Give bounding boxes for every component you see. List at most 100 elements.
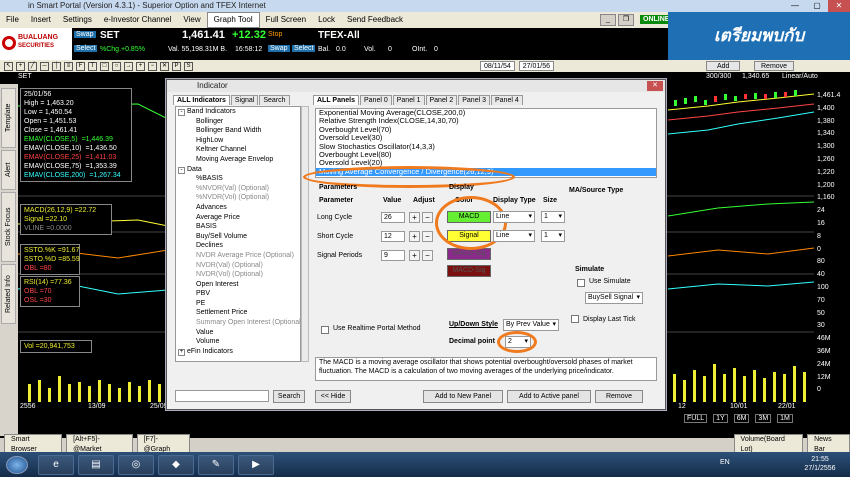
tree-item[interactable]: Settlement Price <box>176 308 300 318</box>
signal-display-type[interactable]: Line <box>493 230 535 242</box>
fibo-tool-icon[interactable]: F <box>76 61 85 71</box>
tree-item[interactable]: HighLow <box>176 136 300 146</box>
simulate-signal-select[interactable]: BuySell Signal <box>585 292 643 304</box>
remove-indicator-button[interactable]: Remove <box>595 390 643 403</box>
period-full[interactable]: FULL <box>684 413 708 423</box>
tree-item[interactable]: Buy/Sell Volume <box>176 232 300 242</box>
menu-einvestor[interactable]: e-Investor Channel <box>98 13 178 27</box>
tree-item[interactable]: Summary Open Interest (Optional) <box>176 318 300 328</box>
signal-periods-minus[interactable]: − <box>422 250 433 261</box>
short-cycle-input[interactable]: 12 <box>381 231 405 242</box>
print-icon[interactable]: P <box>172 61 181 71</box>
menu-file[interactable]: File <box>0 13 25 27</box>
paint-icon[interactable]: ✎ <box>198 455 234 475</box>
swap-button[interactable]: Swap <box>74 31 96 38</box>
hline-tool-icon[interactable]: ─ <box>40 61 49 71</box>
media-icon[interactable]: ▶ <box>238 455 274 475</box>
signal-periods-input[interactable]: 9 <box>381 250 405 261</box>
tab-panel-2[interactable]: Panel 2 <box>425 95 458 105</box>
start-icon[interactable] <box>6 456 28 474</box>
dialog-close-button[interactable]: ✕ <box>647 81 663 91</box>
add-active-panel-button[interactable]: Add to Active panel <box>507 390 591 403</box>
minimize-button[interactable]: — <box>784 0 806 12</box>
add-new-panel-button[interactable]: Add to New Panel <box>423 390 503 403</box>
tree-item[interactable]: Volume <box>176 337 300 347</box>
tab-signal[interactable]: Signal <box>230 95 259 105</box>
tab-panel-4[interactable]: Panel 4 <box>491 95 523 105</box>
explorer-icon[interactable]: ▤ <box>78 455 114 475</box>
tab-panel-1[interactable]: Panel 1 <box>392 95 425 105</box>
tree-item[interactable]: %NVDR(Val) (Optional) <box>176 184 300 194</box>
period-1y[interactable]: 1Y <box>713 413 728 423</box>
signal-periods-plus[interactable]: + <box>409 250 420 261</box>
side-tab-stock-focus[interactable]: Stock Focus <box>1 192 16 262</box>
vline-tool-icon[interactable]: │ <box>52 61 61 71</box>
app-restore-icon[interactable]: ❐ <box>618 14 634 26</box>
menu-lock[interactable]: Lock <box>312 13 341 27</box>
date-from-field[interactable]: 08/11/54 <box>480 61 515 71</box>
select-button[interactable]: Select <box>74 45 98 52</box>
crosshair-icon[interactable]: + <box>16 61 25 71</box>
add-button[interactable]: Add <box>706 61 741 71</box>
long-cycle-plus[interactable]: + <box>409 212 420 223</box>
hide-button[interactable]: << Hide <box>315 390 351 403</box>
tree-group[interactable]: - Band Indicators <box>176 107 300 117</box>
tree-item[interactable]: Moving Average Envelop <box>176 155 300 165</box>
macdsig-down-swatch[interactable]: MACD-Sig <box>447 265 491 277</box>
period-3m[interactable]: 3M <box>755 413 772 423</box>
side-tab-alert[interactable]: Alert <box>1 150 16 190</box>
remove-button[interactable]: Remove <box>754 61 795 71</box>
circle-tool-icon[interactable]: ○ <box>112 61 121 71</box>
side-tab-related-info[interactable]: Related Info <box>1 264 16 324</box>
last-tick-checkbox[interactable] <box>571 315 579 323</box>
clock[interactable]: 21:55 27/1/2556 <box>800 455 840 473</box>
app-minimize-icon[interactable]: _ <box>600 14 616 26</box>
swap2-button[interactable]: Swap <box>268 45 290 52</box>
channel-tool-icon[interactable]: ≡ <box>64 61 73 71</box>
menu-insert[interactable]: Insert <box>25 13 57 27</box>
menu-view[interactable]: View <box>177 13 206 27</box>
close-button[interactable]: ✕ <box>828 0 850 12</box>
maximize-button[interactable]: ▢ <box>806 0 828 12</box>
signal-size[interactable]: 1 <box>541 230 565 242</box>
short-cycle-minus[interactable]: − <box>422 231 433 242</box>
short-cycle-plus[interactable]: + <box>409 231 420 242</box>
chrome-icon[interactable]: ◎ <box>118 455 154 475</box>
menu-settings[interactable]: Settings <box>57 13 98 27</box>
tab-panel-0[interactable]: Panel 0 <box>360 95 392 105</box>
tree-item[interactable]: NVDR Average Price (Optional) <box>176 251 300 261</box>
updown-select[interactable]: By Prev Value <box>503 319 559 331</box>
tree-item[interactable]: NVDR(Vol) (Optional) <box>176 270 300 280</box>
line-tool-icon[interactable]: ╱ <box>28 61 37 71</box>
search-input[interactable] <box>175 390 269 402</box>
menu-graph-tool[interactable]: Graph Tool <box>206 12 260 28</box>
tab-all-panels[interactable]: ALL Panels <box>313 95 359 105</box>
text-tool-icon[interactable]: T <box>88 61 97 71</box>
rect-tool-icon[interactable]: □ <box>100 61 109 71</box>
tree-item[interactable]: PE <box>176 299 300 309</box>
tab-search[interactable]: Search <box>259 95 290 105</box>
tree-item[interactable]: NVDR(Val) (Optional) <box>176 261 300 271</box>
tree-group[interactable]: + eFin Indicators <box>176 347 300 357</box>
tree-item[interactable]: Open Interest <box>176 280 300 290</box>
expand-icon[interactable]: + <box>178 348 185 356</box>
cursor-icon[interactable]: ↖ <box>4 61 13 71</box>
tree-item[interactable]: Keltner Channel <box>176 145 300 155</box>
tree-item[interactable]: %NVDR(Vol) (Optional) <box>176 193 300 203</box>
save-icon[interactable]: S <box>184 61 193 71</box>
promo-banner[interactable]: เตรียมพบกับ <box>668 12 850 60</box>
tree-item[interactable]: Advances <box>176 203 300 213</box>
date-to-field[interactable]: 27/01/56 <box>518 61 554 71</box>
side-tab-template[interactable]: Template <box>1 88 16 148</box>
collapse-icon[interactable]: - <box>178 166 185 174</box>
collapse-icon[interactable]: - <box>178 109 185 116</box>
zoom-out-icon[interactable]: − <box>148 61 157 71</box>
tree-item[interactable]: Bollinger Band Width <box>176 126 300 136</box>
tree-item[interactable]: Declines <box>176 241 300 251</box>
tree-item[interactable]: Average Price <box>176 213 300 223</box>
select2-button[interactable]: Select <box>292 45 316 52</box>
tree-item[interactable]: Bollinger <box>176 117 300 127</box>
macd-size[interactable]: 1 <box>541 211 565 223</box>
delete-tool-icon[interactable]: ✕ <box>160 61 169 71</box>
search-button[interactable]: Search <box>273 390 305 403</box>
